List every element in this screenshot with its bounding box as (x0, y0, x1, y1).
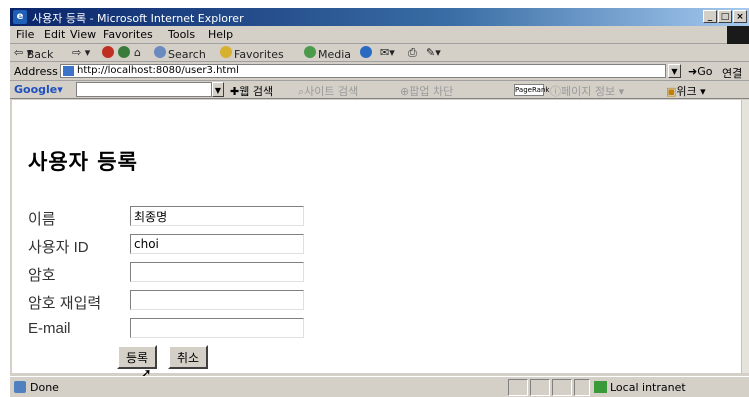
page-icon (63, 66, 74, 76)
menu-tools[interactable]: Tools (168, 28, 195, 41)
back-button[interactable]: ⇦ Back ▾ (14, 46, 53, 61)
bookmark-button[interactable]: ▣위크 ▾ (666, 83, 706, 99)
google-search-dropdown[interactable]: ▼ (212, 82, 224, 97)
name-label: 이름 (28, 211, 56, 228)
status-pane (530, 379, 550, 396)
status-text: Done (30, 381, 59, 394)
address-label: Address (14, 65, 58, 78)
windows-logo-icon (727, 26, 749, 44)
search-button[interactable]: Search (154, 46, 206, 61)
password-input[interactable] (130, 262, 304, 282)
status-pane (508, 379, 528, 396)
status-pane (552, 379, 572, 396)
cancel-button[interactable]: 취소 (168, 345, 208, 369)
mail-icon[interactable]: ✉▾ (380, 46, 395, 59)
print-icon[interactable]: ⎙ (408, 46, 417, 60)
password-confirm-label: 암호 재입력 (28, 295, 102, 312)
popup-blocker-button[interactable]: ⊕팝업 차단 (400, 83, 453, 99)
site-search-button[interactable]: ⌕사이트 검색 (298, 83, 358, 99)
pagerank-indicator: PageRank (514, 84, 550, 96)
google-search-input[interactable] (76, 82, 212, 97)
menu-file[interactable]: File (16, 28, 34, 41)
menu-favorites[interactable]: Favorites (103, 28, 153, 41)
status-bar: Done Local intranet (10, 376, 749, 397)
status-pane (574, 379, 590, 396)
go-button[interactable]: ➜Go (688, 65, 712, 78)
page-heading: 사용자 등록 (28, 150, 138, 174)
menu-bar: File Edit View Favorites Tools Help (10, 26, 749, 44)
name-input[interactable] (130, 206, 304, 226)
address-url: http://localhost:8080/user3.html (77, 65, 239, 76)
google-toolbar: Google▾ ▼ ✚웹 검색 ⌕사이트 검색 ⊕팝업 차단 PageRank … (10, 81, 749, 99)
home-icon[interactable]: ⌂ (134, 46, 141, 59)
minimize-button[interactable]: _ (703, 10, 717, 23)
refresh-icon[interactable] (118, 46, 132, 59)
search-web-button[interactable]: ✚웹 검색 (230, 83, 273, 99)
browser-window: e 사용자 등록 - Microsoft Internet Explorer _… (10, 8, 749, 397)
google-logo-button[interactable]: Google▾ (14, 83, 63, 96)
standard-toolbar: ⇦ Back ▾ ⇨ ▾ ⌂ Search Favorites Media ✉▾… (10, 44, 749, 62)
address-input[interactable]: http://localhost:8080/user3.html (60, 64, 666, 78)
ie-logo-icon: e (13, 10, 27, 24)
userid-label: 사용자 ID (28, 239, 89, 256)
history-icon[interactable] (360, 46, 374, 59)
close-button[interactable]: × (733, 10, 747, 23)
favorites-button[interactable]: Favorites (220, 46, 284, 61)
password-confirm-input[interactable] (130, 290, 304, 310)
page-content: 사용자 등록 이름 사용자 ID 암호 암호 재입력 E-mail 등록 취소 … (12, 100, 741, 382)
email-input[interactable] (130, 318, 304, 338)
links-button[interactable]: 연결 (722, 65, 742, 81)
media-button[interactable]: Media (304, 46, 351, 61)
forward-button[interactable]: ⇨ ▾ (72, 46, 90, 59)
password-label: 암호 (28, 267, 56, 284)
email-label: E-mail (28, 320, 71, 337)
maximize-button[interactable]: □ (718, 10, 732, 23)
security-zone: Local intranet (594, 381, 686, 394)
userid-input[interactable] (130, 234, 304, 254)
menu-view[interactable]: View (70, 28, 96, 41)
stop-icon[interactable] (102, 46, 116, 59)
window-title: 사용자 등록 - Microsoft Internet Explorer (32, 12, 244, 25)
menu-help[interactable]: Help (208, 28, 233, 41)
vertical-scrollbar[interactable] (741, 100, 749, 373)
intranet-zone-icon (594, 381, 607, 393)
page-info-button[interactable]: ⓘ페이지 정보 ▾ (550, 83, 624, 99)
title-bar: e 사용자 등록 - Microsoft Internet Explorer _… (10, 8, 749, 26)
edit-icon[interactable]: ✎▾ (426, 46, 441, 59)
address-dropdown-button[interactable]: ▼ (668, 64, 681, 78)
address-bar: Address http://localhost:8080/user3.html… (10, 62, 749, 81)
page-done-icon (14, 381, 26, 393)
menu-edit[interactable]: Edit (44, 28, 65, 41)
